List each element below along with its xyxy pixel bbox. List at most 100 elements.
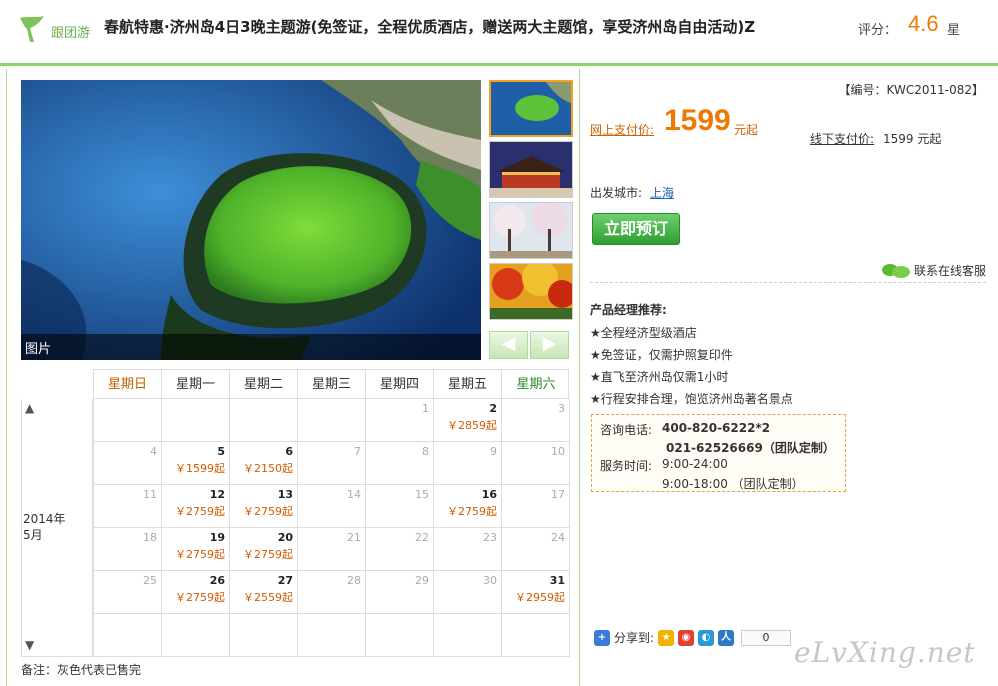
thumbnail-4[interactable] — [489, 263, 573, 320]
calendar-day-number: 14 — [347, 488, 361, 501]
calendar-day-cell — [298, 399, 366, 442]
calendar-next-month-icon[interactable]: ▼ — [25, 638, 34, 652]
offline-price-label[interactable]: 线下支付价: — [810, 130, 874, 147]
score-label: 评分： — [858, 23, 898, 38]
recommend-list: ★全程经济型级酒店 ★免签证，仅需护照复印件 ★直飞至济州岛仅需1小时 ★行程安… — [590, 322, 793, 410]
calendar-day-price: ￥2759起 — [175, 505, 225, 518]
calendar-day-number: 6 — [285, 445, 293, 458]
calendar-day-cell[interactable]: 20 ￥2759起 — [230, 528, 298, 571]
thumb-blossom-icon — [490, 203, 572, 258]
departure-city-label: 出发城市: — [590, 186, 643, 200]
calendar-day-number: 11 — [143, 488, 157, 501]
calendar-day-cell — [298, 614, 366, 657]
calendar-day-cell[interactable]: 13 ￥2759起 — [230, 485, 298, 528]
tour-logo[interactable]: 跟团游 — [18, 14, 98, 46]
contact-box: 咨询电话: 400-820-6222*2 021-62526669（团队定制） … — [591, 414, 846, 492]
calendar-day-number: 26 — [209, 574, 225, 587]
calendar-day-number: 3 — [558, 402, 565, 415]
calendar-grid: 1 2 ￥2859起 3 4 5 ￥1599起 6 ￥2150起 7 8 9 10 11 12 ￥2759起 1… — [93, 399, 570, 657]
online-price-label[interactable]: 网上支付价: — [590, 121, 654, 138]
calendar-day-number: 25 — [143, 574, 157, 587]
thumbnail-1[interactable] — [489, 80, 573, 137]
photo-caption: 图片 — [21, 334, 481, 360]
calendar-day-number: 22 — [415, 531, 429, 544]
hours-label: 服务时间: — [600, 459, 653, 473]
calendar-weekday-header: 星期日 星期一 星期二 星期三 星期四 星期五 星期六 — [93, 369, 569, 400]
thumbnail-next-button[interactable]: ▶ — [530, 331, 569, 359]
qzone-share-icon[interactable]: ★ — [658, 629, 675, 646]
calendar-day-price: ￥2859起 — [447, 419, 497, 432]
main-photo[interactable]: 图片 — [21, 80, 481, 360]
calendar-day-cell — [94, 614, 162, 657]
calendar-day-number: 15 — [415, 488, 429, 501]
weekday-header: 星期一 — [162, 370, 230, 400]
renren-share-icon[interactable]: 人 — [718, 629, 735, 646]
recommend-item: ★全程经济型级酒店 — [590, 326, 697, 340]
logo-text: 跟团游 — [51, 26, 91, 41]
offline-price-value: 1599 元起 — [883, 132, 942, 146]
calendar-day-cell: 25 — [94, 571, 162, 614]
left-panel: 图片 ◀ ▶ ▲ 2014年 5月 ▼ 星期日 星期一 星期二 星期三 星期四 … — [6, 69, 580, 686]
page-header: 跟团游 春航特惠·济州岛4日3晚主题游(免签证，全程优质酒店，赠送两大主题馆，享… — [0, 0, 998, 66]
calendar-day-number: 30 — [483, 574, 497, 587]
calendar-day-cell — [502, 614, 570, 657]
share-bar: + 分享到: ★ ◉ ◐ 人 0 — [594, 629, 792, 646]
calendar-day-cell: 18 — [94, 528, 162, 571]
product-code: 【编号：KWC2011-082】 — [838, 83, 984, 97]
calendar-day-number: 5 — [217, 445, 225, 458]
share-plus-icon[interactable]: + — [594, 629, 610, 646]
calendar-day-cell[interactable]: 5 ￥1599起 — [162, 442, 230, 485]
online-service-label: 联系在线客服 — [913, 264, 986, 278]
calendar-day-cell[interactable]: 26 ￥2759起 — [162, 571, 230, 614]
calendar-day-cell: 10 — [502, 442, 570, 485]
share-label: 分享到: — [614, 631, 655, 645]
site-watermark: eLvXing.net — [794, 636, 976, 669]
calendar-day-number: 10 — [551, 445, 565, 458]
calendar-day-cell: 14 — [298, 485, 366, 528]
calendar-day-number: 28 — [347, 574, 361, 587]
online-price-unit: 元起 — [734, 123, 759, 137]
recommend-title: 产品经理推荐: — [590, 303, 667, 317]
thumbnail-2[interactable] — [489, 141, 573, 198]
tencent-share-icon[interactable]: ◐ — [698, 629, 715, 646]
weekday-header: 星期四 — [366, 370, 434, 400]
calendar-day-cell: 4 — [94, 442, 162, 485]
calendar-day-number: 16 — [481, 488, 497, 501]
calendar-day-number: 12 — [209, 488, 225, 501]
calendar-note: 备注：灰色代表已售完 — [21, 663, 142, 677]
calendar-day-number: 27 — [277, 574, 293, 587]
right-panel: 【编号：KWC2011-082】 网上支付价: 1599 元起 线下支付价: 1… — [580, 69, 998, 686]
calendar-day-cell: 3 — [502, 399, 570, 442]
calendar-day-number: 21 — [347, 531, 361, 544]
online-service-link[interactable]: 联系在线客服 — [881, 262, 986, 279]
calendar-day-cell[interactable]: 27 ￥2559起 — [230, 571, 298, 614]
leaf-logo-icon — [20, 16, 44, 42]
calendar-day-number: 1 — [422, 402, 429, 415]
weibo-share-icon[interactable]: ◉ — [678, 629, 695, 646]
departure-calendar: ▲ 2014年 5月 ▼ 星期日 星期一 星期二 星期三 星期四 星期五 星期六 1 2 ￥28… — [21, 369, 570, 657]
calendar-day-cell[interactable]: 31 ￥2959起 — [502, 571, 570, 614]
calendar-day-cell[interactable]: 16 ￥2759起 — [434, 485, 502, 528]
recommend-item: ★免签证，仅需护照复印件 — [590, 348, 733, 362]
departure-city-link[interactable]: 上海 — [650, 184, 674, 201]
online-price: 1599 — [664, 104, 731, 137]
phone-number-2: 021-62526669（团队定制） — [666, 441, 835, 455]
calendar-day-cell[interactable]: 19 ￥2759起 — [162, 528, 230, 571]
calendar-day-price: ￥2759起 — [175, 548, 225, 561]
thumbnail-prev-button[interactable]: ◀ — [489, 331, 528, 359]
calendar-day-cell — [162, 399, 230, 442]
calendar-day-cell[interactable]: 2 ￥2859起 — [434, 399, 502, 442]
calendar-day-price: ￥2959起 — [515, 591, 565, 604]
calendar-day-cell[interactable]: 12 ￥2759起 — [162, 485, 230, 528]
calendar-day-cell: 7 — [298, 442, 366, 485]
thumbnail-nav: ◀ ▶ — [489, 331, 569, 359]
calendar-day-cell: 11 — [94, 485, 162, 528]
calendar-day-cell[interactable]: 6 ￥2150起 — [230, 442, 298, 485]
thumbnail-3[interactable] — [489, 202, 573, 259]
book-now-button[interactable]: 立即预订 — [592, 213, 680, 245]
calendar-prev-month-icon[interactable]: ▲ — [25, 401, 34, 415]
calendar-day-price: ￥2759起 — [243, 505, 293, 518]
section-divider — [590, 282, 986, 283]
chat-bubble-icon — [881, 263, 910, 278]
page-title: 春航特惠·济州岛4日3晚主题游(免签证，全程优质酒店，赠送两大主题馆，享受济州岛… — [104, 18, 756, 36]
